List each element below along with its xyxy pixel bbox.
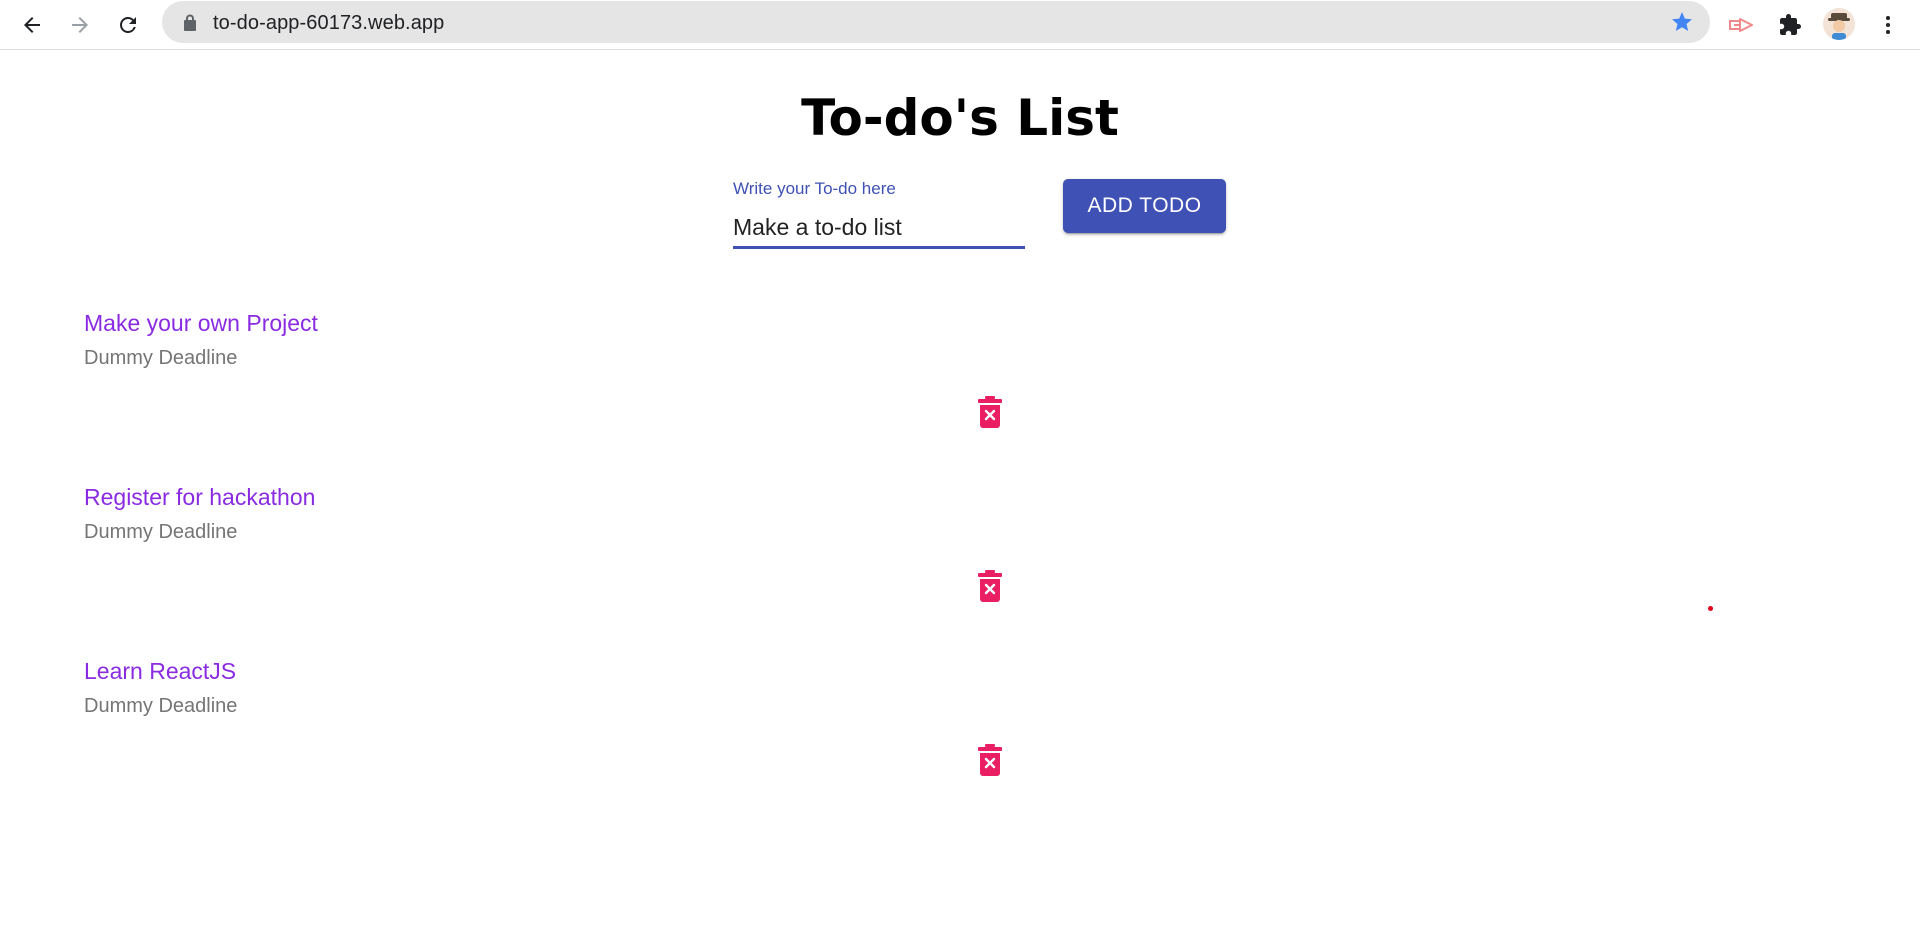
delete-button[interactable]: [974, 566, 1006, 606]
puzzle-icon[interactable]: [1772, 7, 1808, 43]
todo-input-label: Write your To-do here: [733, 179, 896, 198]
avatar[interactable]: [1823, 8, 1855, 40]
todo-deadline: Dummy Deadline: [84, 347, 238, 369]
todo-title: Make your own Project: [84, 310, 318, 336]
list-item: Register for hackathon Dummy Deadline: [0, 474, 1920, 648]
delete-forever-icon: [978, 396, 1002, 428]
delete-forever-icon: [978, 570, 1002, 602]
reload-icon: [120, 17, 136, 33]
todo-title: Learn ReactJS: [84, 658, 237, 684]
add-todo-button[interactable]: ADD TODO: [1063, 179, 1226, 233]
star-icon[interactable]: [1670, 10, 1694, 34]
arrow-right-icon: [72, 17, 88, 33]
todo-input[interactable]: [733, 209, 1025, 245]
browser-menu-button[interactable]: [1870, 7, 1906, 43]
todo-deadline: Dummy Deadline: [84, 521, 238, 543]
browser-toolbar: to-do-app-60173.web.app: [0, 0, 1920, 50]
url-text: to-do-app-60173.web.app: [213, 12, 445, 34]
address-bar[interactable]: to-do-app-60173.web.app: [162, 1, 1710, 43]
list-item: Learn ReactJS Dummy Deadline: [0, 648, 1920, 822]
cursor-dot: [1708, 606, 1713, 611]
input-underline: [733, 246, 1025, 249]
page-title: To-do's List: [801, 89, 1119, 147]
forward-button[interactable]: [62, 7, 98, 43]
more-vertical-icon: [1886, 16, 1890, 34]
delete-button[interactable]: [974, 740, 1006, 780]
lock-icon: [184, 14, 196, 31]
todo-deadline: Dummy Deadline: [84, 695, 238, 717]
back-button[interactable]: [14, 7, 50, 43]
delete-button[interactable]: [974, 392, 1006, 432]
list-item: Make your own Project Dummy Deadline: [0, 300, 1920, 474]
todo-title: Register for hackathon: [84, 484, 316, 510]
reload-button[interactable]: [110, 7, 146, 43]
todo-input-field[interactable]: Write your To-do here: [733, 176, 1025, 251]
cast-extension-icon[interactable]: [1724, 7, 1760, 43]
delete-forever-icon: [978, 744, 1002, 776]
arrow-left-icon: [24, 17, 40, 33]
